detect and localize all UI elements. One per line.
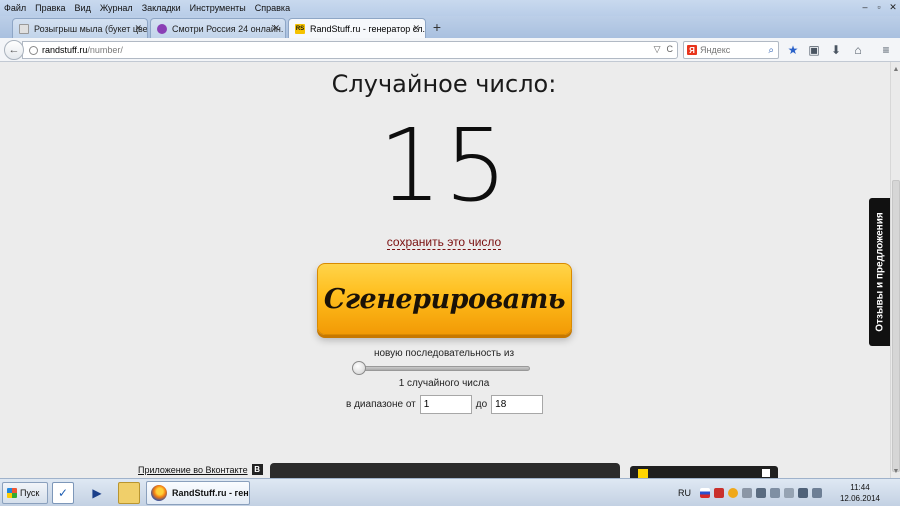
url-path: /number/ bbox=[87, 45, 123, 55]
search-box[interactable]: Я ⌕ bbox=[683, 41, 779, 59]
minimize-button[interactable]: – bbox=[858, 0, 872, 14]
range-from-label: в диапазоне от bbox=[346, 399, 416, 410]
system-tray: RU 11:44 12.06.2014 bbox=[670, 479, 900, 506]
menu-bookmarks[interactable]: Закладки bbox=[142, 3, 181, 13]
antivirus-icon[interactable] bbox=[714, 488, 724, 498]
windows-taskbar: Пуск ✓ ▶ RandStuff.ru - генер... RU 11:4… bbox=[0, 478, 900, 506]
reload-icon[interactable]: C bbox=[667, 44, 674, 55]
taskbar-task-label: RandStuff.ru - генер... bbox=[172, 488, 249, 498]
checkmark-app-icon[interactable]: ✓ bbox=[52, 482, 74, 504]
downloads-icon[interactable]: ⬇ bbox=[828, 42, 844, 58]
media-player-icon[interactable]: ▶ bbox=[86, 482, 108, 504]
url-bar[interactable]: randstuff.ru /number/ ▽ C bbox=[22, 41, 678, 59]
range-to-label: до bbox=[475, 399, 488, 410]
count-label: 1 случайного числа bbox=[398, 378, 490, 389]
menu-help[interactable]: Справка bbox=[255, 3, 290, 13]
firefox-icon bbox=[151, 485, 167, 501]
navigation-bar: randstuff.ru /number/ ▽ C ← Я ⌕ ★ ▣ ⬇ ⌂ … bbox=[0, 38, 900, 62]
yandex-panel bbox=[630, 466, 778, 478]
page-scrollbar[interactable]: ▲ ▼ bbox=[890, 62, 900, 478]
tab-close-icon[interactable]: ✕ bbox=[272, 23, 280, 34]
generate-button[interactable]: Сгенерировать bbox=[317, 263, 572, 335]
flag-icon[interactable] bbox=[756, 488, 766, 498]
globe-icon bbox=[29, 45, 38, 55]
range-to-input[interactable] bbox=[491, 395, 544, 414]
explorer-folder-icon[interactable] bbox=[118, 482, 140, 504]
slider-handle[interactable] bbox=[352, 361, 366, 375]
home-icon[interactable]: ⌂ bbox=[850, 42, 866, 58]
url-domain: randstuff.ru bbox=[42, 45, 88, 55]
range-from-input[interactable] bbox=[419, 395, 472, 414]
feedback-tab-label: Отзывы и предложения bbox=[874, 212, 885, 332]
power-icon[interactable] bbox=[784, 488, 794, 498]
tray-icons bbox=[700, 488, 822, 498]
feedback-tab[interactable]: Отзывы и предложения bbox=[869, 198, 890, 346]
page-content: Случайное число: 15 сохранить это число … bbox=[0, 62, 900, 478]
tab-soap-giveaway[interactable]: Розыгрыш мыла (букет цве... ✕ bbox=[12, 18, 148, 38]
generate-button-label: Сгенерировать bbox=[323, 283, 566, 315]
tab-close-icon[interactable]: ✕ bbox=[134, 23, 142, 34]
language-indicator[interactable]: RU bbox=[678, 488, 691, 498]
tab-randstuff[interactable]: RS RandStuff.ru - генератор сл... ✕ bbox=[288, 18, 426, 38]
back-button[interactable]: ← bbox=[4, 40, 24, 60]
vk-app-row: Приложение во Вконтакте B bbox=[138, 464, 263, 475]
menu-bar: Файл Правка Вид Журнал Закладки Инструме… bbox=[0, 0, 290, 16]
russian-flag-icon[interactable] bbox=[700, 488, 710, 498]
menu-file[interactable]: Файл bbox=[4, 3, 26, 13]
page-icon bbox=[19, 23, 29, 34]
save-number-link[interactable]: сохранить это число bbox=[386, 235, 502, 250]
search-input[interactable] bbox=[700, 45, 760, 55]
dropdown-arrow-icon[interactable]: ▽ bbox=[654, 44, 661, 55]
clock[interactable]: 11:44 12.06.2014 bbox=[840, 482, 880, 504]
yandex-icon[interactable]: Я bbox=[687, 45, 697, 55]
display-icon[interactable] bbox=[798, 488, 808, 498]
tv-icon bbox=[157, 23, 167, 34]
maximize-button[interactable]: ▫ bbox=[872, 0, 886, 14]
windows-logo-icon bbox=[7, 488, 17, 498]
range-row: в диапазоне от до bbox=[346, 395, 547, 414]
menu-history[interactable]: Журнал bbox=[100, 3, 133, 13]
menu-edit[interactable]: Правка bbox=[35, 3, 65, 13]
vk-app-link[interactable]: Приложение во Вконтакте bbox=[138, 465, 248, 475]
close-window-button[interactable]: ✕ bbox=[886, 0, 900, 14]
taskbar-firefox-window[interactable]: RandStuff.ru - генер... bbox=[146, 481, 250, 505]
scrollbar-thumb[interactable] bbox=[892, 180, 900, 472]
search-icon[interactable]: ⌕ bbox=[768, 45, 774, 56]
menu-icon[interactable]: ≡ bbox=[878, 42, 894, 58]
tab-label: RandStuff.ru - генератор сл... bbox=[310, 23, 426, 34]
slider-track[interactable] bbox=[352, 366, 530, 371]
start-label: Пуск bbox=[20, 488, 40, 498]
tab-russia24[interactable]: Смотри Россия 24 онлайн. В... ✕ bbox=[150, 18, 286, 38]
scroll-down-icon[interactable]: ▼ bbox=[892, 466, 900, 476]
random-number: 15 bbox=[378, 107, 510, 224]
new-tab-button[interactable]: + bbox=[429, 19, 445, 35]
menu-tools[interactable]: Инструменты bbox=[190, 3, 246, 13]
bookmark-star-icon[interactable]: ★ bbox=[785, 42, 801, 58]
page-title: Случайное число: bbox=[331, 70, 557, 98]
count-slider[interactable] bbox=[352, 361, 530, 375]
vk-logo-icon[interactable]: B bbox=[251, 464, 263, 475]
menu-view[interactable]: Вид bbox=[75, 3, 91, 13]
clock-date: 12.06.2014 bbox=[839, 494, 880, 503]
bookmarks-menu-icon[interactable]: ▣ bbox=[806, 42, 822, 58]
device-icon[interactable] bbox=[770, 488, 780, 498]
title-bar: Файл Правка Вид Журнал Закладки Инструме… bbox=[0, 0, 900, 16]
panel-close-icon[interactable] bbox=[762, 469, 770, 477]
save-number-row: сохранить это число bbox=[0, 235, 888, 250]
sequence-label: новую последовательность из bbox=[373, 348, 515, 359]
share-panel bbox=[270, 463, 620, 478]
yandex-panel-icon bbox=[638, 469, 648, 478]
update-icon[interactable] bbox=[728, 488, 738, 498]
tab-strip: Розыгрыш мыла (букет цве... ✕ Смотри Рос… bbox=[0, 16, 900, 38]
scroll-up-icon[interactable]: ▲ bbox=[892, 64, 900, 74]
url-actions: ▽ C bbox=[654, 44, 673, 55]
network-icon[interactable] bbox=[742, 488, 752, 498]
clock-time: 11:44 bbox=[850, 483, 870, 492]
start-button[interactable]: Пуск bbox=[2, 482, 48, 504]
tab-close-icon[interactable]: ✕ bbox=[412, 23, 420, 34]
volume-icon[interactable] bbox=[812, 488, 822, 498]
tab-label: Розыгрыш мыла (букет цве... bbox=[34, 23, 148, 34]
tab-label: Смотри Россия 24 онлайн. В... bbox=[172, 23, 285, 34]
randstuff-favicon: RS bbox=[295, 23, 305, 34]
